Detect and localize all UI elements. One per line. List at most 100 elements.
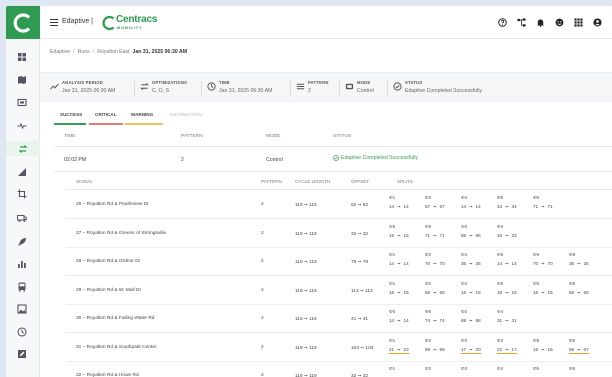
image-icon[interactable] — [16, 303, 28, 315]
info-value: C, O, S — [152, 88, 170, 94]
cycle-length: 119 ➞ 119 — [295, 373, 317, 377]
tab-critical[interactable]: CRITICAL — [89, 109, 123, 125]
offset: 32 ➞ 32 — [351, 373, 369, 377]
phase-label: Φ2 — [425, 195, 432, 200]
signal-name: 30 – Royalton Rd & Falling Water Rd — [76, 316, 155, 321]
phase-label: Φ8 — [569, 280, 576, 286]
split-phase: Φ1 21 ➞ 23 — [389, 338, 425, 360]
network-icon[interactable] — [516, 17, 526, 27]
tab-label: SUCCESS — [60, 112, 83, 117]
signal-row[interactable]: 30 – Royalton Rd & Falling Water Rd 2 119 … — [66, 305, 612, 333]
crop-icon[interactable] — [16, 188, 28, 200]
table-row[interactable]: 02:02 PM 2 Control Edaptive Completed Su… — [54, 148, 612, 172]
rocket-icon[interactable] — [16, 236, 28, 248]
signal-row[interactable]: 31 – Royalton Rd & Southpark Center 2 119 … — [66, 334, 612, 362]
clock-icon[interactable] — [16, 326, 28, 338]
phase-label: Φ5 — [533, 337, 540, 343]
phase-label: Φ4 — [497, 366, 504, 371]
signal-row[interactable]: 32 – Royalton Rd & Howe Rd 2 119 ➞ 119 32 ➞… — [66, 362, 612, 377]
phase-label: Φ2 — [461, 309, 468, 314]
help-icon[interactable] — [497, 17, 507, 27]
check-circle-icon — [333, 155, 339, 161]
phase-label: Φ1 — [389, 337, 396, 343]
split-phase: Φ8 68 ➞ 68 — [569, 281, 605, 303]
bell-icon[interactable] — [535, 17, 545, 27]
signal-name: 26 – Royalton Rd & Pearleview Dr — [76, 202, 149, 207]
split-values: 15 ➞ 15 — [389, 289, 409, 295]
phase-label: Φ4 — [461, 280, 468, 286]
split-values: 18 ➞ 18 — [497, 289, 517, 295]
tab-label: WARNING — [131, 112, 154, 117]
phase-label: Φ6 — [425, 223, 432, 229]
hamburger-menu-icon[interactable] — [50, 19, 58, 27]
split-phase: Φ5 34 ➞ 34 — [497, 195, 533, 217]
grid-icon[interactable] — [573, 17, 583, 27]
map-icon[interactable] — [16, 74, 28, 86]
face-icon[interactable] — [554, 17, 564, 27]
tab-warning[interactable]: WARNING — [125, 109, 163, 125]
phase-label: Φ4 — [497, 223, 504, 229]
phase-label: Φ5 — [389, 223, 396, 229]
tab-indicator — [125, 123, 163, 125]
breadcrumb-item[interactable]: Royalton East — [97, 49, 129, 55]
phase-label: Φ2 — [461, 223, 468, 229]
split-values: 14 ➞ 14 — [461, 204, 481, 209]
offset: 113 ➞ 113 — [351, 287, 373, 294]
monitor-icon[interactable] — [16, 97, 28, 109]
split-values: 59 ➞ 58 — [425, 346, 445, 352]
phase-label: Φ1 — [389, 280, 396, 286]
vehicle-icon[interactable] — [16, 212, 28, 224]
split-phase: Φ4 14 ➞ 14 — [461, 195, 497, 217]
split-values: 70 ➞ 70 — [425, 261, 445, 266]
split-phase: Φ2 88 ➞ 88 — [461, 309, 497, 331]
brand-tagline: MOBILITY — [117, 25, 143, 30]
split-values: 15 ➞ 15 — [389, 232, 409, 238]
cycle-length: 119 ➞ 119 — [295, 316, 317, 322]
info-value: Edaptive Completed Successfully — [405, 88, 482, 94]
split-phase: Φ6 71 ➞ 71 — [533, 195, 569, 217]
mode-icon — [345, 82, 354, 91]
tab-information[interactable]: INFORMATION — [166, 109, 210, 125]
pulse-icon[interactable] — [16, 120, 28, 132]
signal-icon[interactable] — [16, 166, 28, 178]
signal-row[interactable]: 26 – Royalton Rd & Pearleview Dr 2 119 ➞ 1… — [66, 191, 612, 219]
split-phase: Φ2 57 ➞ 57 — [425, 195, 461, 217]
split-values: 35 ➞ 35 — [461, 261, 481, 266]
top-icons — [497, 17, 602, 27]
column-header: PATTERN — [181, 134, 203, 139]
column-header: CYCLE LENGTH — [295, 179, 331, 184]
trend-icon — [50, 82, 59, 91]
breadcrumb-section[interactable]: Runs — [78, 49, 90, 55]
phase-label: Φ5 — [497, 195, 504, 200]
offset: 62 ➞ 62 — [351, 202, 369, 208]
breadcrumb-root[interactable]: Edaptive — [50, 49, 70, 55]
split-phase: Φ3 17 ➞ 20 — [461, 338, 497, 360]
signal-row[interactable]: 28 – Royalton Rd & Ordnor Dr 2 119 ➞ 119 78… — [66, 248, 612, 276]
split-phase: Φ5 14 ➞ 14 — [497, 252, 533, 274]
bus-icon[interactable] — [16, 281, 28, 293]
routes-icon[interactable] — [6, 141, 40, 156]
signal-row[interactable]: 29 – Royalton Rd & W. Mall Dr 2 119 ➞ 119 1… — [66, 277, 612, 305]
swap-icon — [140, 82, 149, 91]
status-text: Edaptive Completed Successfully — [341, 155, 418, 161]
info-optimizations: OPTIMIZATIONS C, O, S — [140, 80, 200, 98]
centracs-mark-icon — [102, 15, 115, 31]
split-phase: Φ4 31 ➞ 31 — [497, 309, 533, 331]
info-analysis-period: ANALYSIS PERIOD Jan 31, 2025 06:30 AM — [50, 80, 130, 98]
split-phase: Φ5 15 ➞ 15 — [533, 338, 569, 360]
brand-name: Centracs — [116, 14, 158, 25]
signal-row[interactable]: 27 – Royalton Rd & Greens of Strongsvill… — [66, 220, 612, 248]
split-values: 57 ➞ 57 — [425, 204, 445, 209]
divider — [387, 81, 388, 97]
column-header: MODE — [266, 134, 281, 139]
split-phase: Φ4 22 ➞ 17 — [497, 338, 533, 360]
chart-icon[interactable] — [16, 258, 28, 270]
split-phase: Φ1 14 ➞ 14 — [389, 252, 425, 274]
split-values: 18 ➞ 18 — [461, 289, 481, 295]
subtable-header: SIGNAL PATTERN CYCLE LENGTH OFFSET SPLIT… — [66, 173, 612, 190]
edit-icon[interactable] — [16, 348, 28, 360]
tab-success[interactable]: SUCCESS — [54, 109, 86, 125]
user-icon[interactable] — [592, 17, 602, 27]
dashboard-icon[interactable] — [16, 51, 28, 63]
app-logo[interactable] — [6, 6, 40, 39]
